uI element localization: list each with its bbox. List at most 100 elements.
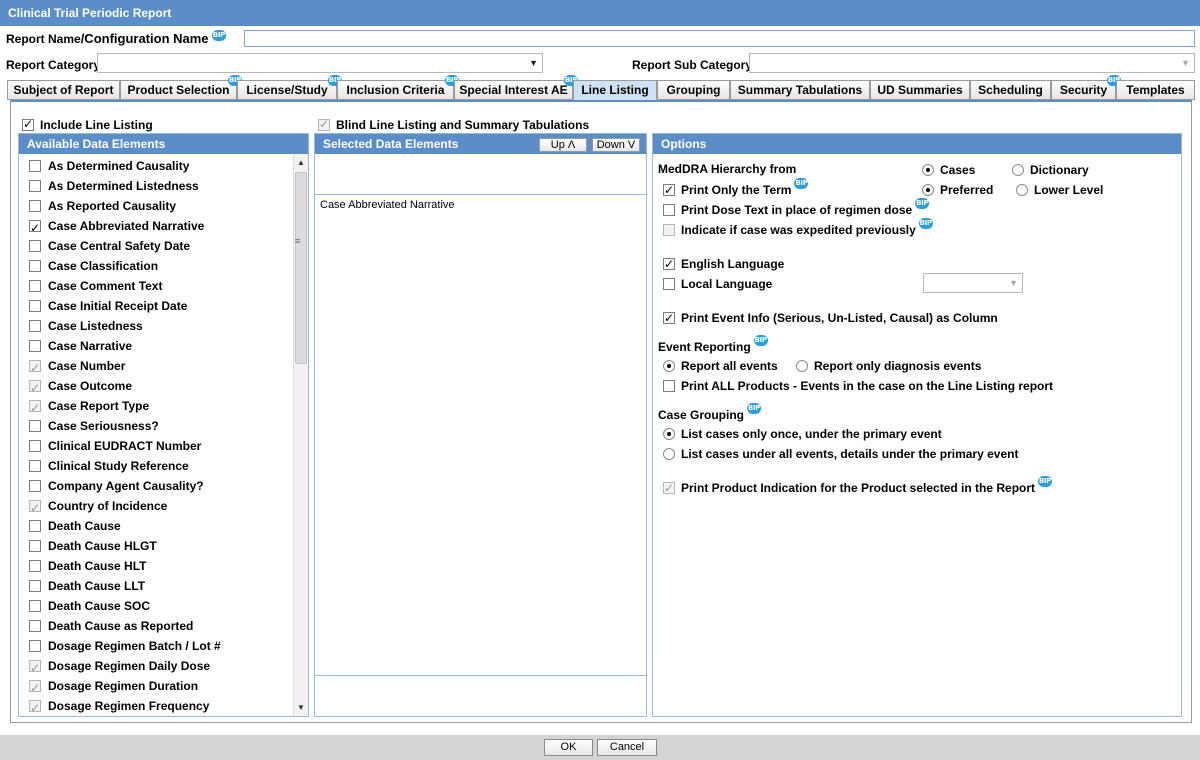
available-list-scrollbar[interactable]: ▲ ≡ ▼ (293, 154, 308, 716)
list-item[interactable]: Case Abbreviated Narrative (315, 195, 646, 215)
tab-ud-summaries[interactable]: UD Summaries (870, 80, 970, 100)
list-item[interactable]: Death Cause (19, 516, 295, 536)
tab-templates[interactable]: Templates (1116, 80, 1195, 100)
tab-inclusion-criteria[interactable]: Inclusion Criteria BIP (337, 75, 459, 100)
report-sub-category-select[interactable]: ▼ (749, 53, 1195, 73)
list-item[interactable]: Case Listedness (19, 316, 295, 336)
list-item[interactable]: As Reported Causality (19, 196, 295, 216)
list-item[interactable]: Death Cause as Reported (19, 616, 295, 636)
list-item-checkbox[interactable] (29, 620, 41, 632)
list-item[interactable]: As Determined Causality (19, 156, 295, 176)
print-only-term-option[interactable]: Print Only the TermBIP (663, 178, 809, 198)
list-item[interactable]: Death Cause HLGT (19, 536, 295, 556)
list-item[interactable]: As Determined Listedness (19, 176, 295, 196)
list-item[interactable]: Dosage Regimen Daily Dose (19, 656, 295, 678)
list-item[interactable]: Case Narrative (19, 336, 295, 356)
list-item[interactable]: Case Seriousness? (19, 416, 295, 436)
blind-line-listing-row[interactable]: Blind Line Listing and Summary Tabulatio… (318, 117, 589, 132)
list-item-checkbox[interactable] (29, 160, 41, 172)
meddra-lower-level-option[interactable]: Lower Level (1016, 182, 1103, 198)
ok-button[interactable]: OK (544, 739, 593, 756)
cancel-button[interactable]: Cancel (597, 739, 657, 756)
list-item-checkbox[interactable] (29, 280, 41, 292)
list-item[interactable]: Death Cause SOC (19, 596, 295, 616)
list-item-checkbox[interactable] (29, 540, 41, 552)
print-event-info-checkbox[interactable] (663, 310, 675, 326)
list-item[interactable]: Country of Incidence (19, 496, 295, 518)
print-dose-text-checkbox[interactable] (663, 204, 675, 216)
list-item-checkbox[interactable] (29, 300, 41, 312)
tab-grouping[interactable]: Grouping (657, 80, 730, 100)
list-item-checkbox[interactable] (29, 640, 41, 652)
meddra-preferred-radio[interactable] (922, 184, 934, 196)
list-item-checkbox[interactable] (29, 378, 41, 398)
local-language-option[interactable]: Local Language (663, 276, 772, 292)
list-item[interactable]: Clinical Study Reference (19, 456, 295, 476)
list-item[interactable]: Case Initial Receipt Date (19, 296, 295, 316)
list-item-checkbox[interactable] (29, 460, 41, 472)
move-down-button[interactable]: Down V (592, 138, 640, 152)
list-item[interactable]: Case Outcome (19, 376, 295, 398)
move-up-button[interactable]: Up Λ (539, 138, 587, 152)
meddra-dictionary-radio[interactable] (1012, 164, 1024, 176)
list-item-checkbox[interactable] (29, 340, 41, 352)
list-item[interactable]: Dosage Regimen Duration (19, 676, 295, 698)
meddra-cases-radio[interactable] (922, 164, 934, 176)
scroll-up-icon[interactable]: ▲ (294, 156, 308, 170)
list-item[interactable]: Company Agent Causality? (19, 476, 295, 496)
report-all-events-radio[interactable] (663, 360, 675, 372)
list-cases-once-option[interactable]: List cases only once, under the primary … (663, 426, 942, 442)
list-item[interactable]: Case Central Safety Date (19, 236, 295, 256)
list-item[interactable]: Death Cause HLT (19, 556, 295, 576)
list-item-checkbox[interactable] (29, 520, 41, 532)
tab-special-interest-ae[interactable]: Special Interest AE BIP (454, 75, 578, 100)
blind-line-listing-checkbox[interactable] (318, 117, 330, 131)
list-item-checkbox[interactable] (29, 658, 41, 678)
tab-summary-tabulations[interactable]: Summary Tabulations (730, 80, 870, 100)
print-event-info-option[interactable]: Print Event Info (Serious, Un-Listed, Ca… (663, 310, 998, 326)
list-item-checkbox[interactable] (29, 180, 41, 192)
list-item-checkbox[interactable] (29, 420, 41, 432)
meddra-dictionary-option[interactable]: Dictionary (1012, 162, 1089, 178)
list-item-checkbox[interactable] (29, 580, 41, 592)
list-item-checkbox[interactable] (29, 218, 41, 238)
print-all-products-checkbox[interactable] (663, 380, 675, 392)
scrollbar-thumb[interactable] (295, 172, 307, 364)
list-item[interactable]: Clinical EUDRACT Number (19, 436, 295, 456)
list-item-checkbox[interactable] (29, 560, 41, 572)
list-item-checkbox[interactable] (29, 358, 41, 378)
local-language-select[interactable]: ▼ (923, 273, 1023, 293)
list-item[interactable]: Dosage Regimen Frequency (19, 696, 295, 716)
list-item-checkbox[interactable] (29, 240, 41, 252)
report-only-diagnosis-radio[interactable] (796, 360, 808, 372)
scroll-down-icon[interactable]: ▼ (294, 701, 308, 715)
print-all-products-option[interactable]: Print ALL Products - Events in the case … (663, 378, 1053, 394)
english-language-checkbox[interactable] (663, 256, 675, 272)
meddra-lower-level-radio[interactable] (1016, 184, 1028, 196)
tab-subject-of-report[interactable]: Subject of Report (7, 80, 120, 100)
report-all-events-option[interactable]: Report all events (663, 358, 778, 374)
list-item[interactable]: Death Cause LLT (19, 576, 295, 596)
list-item-checkbox[interactable] (29, 698, 41, 716)
list-item-checkbox[interactable] (29, 398, 41, 418)
tab-scheduling[interactable]: Scheduling (970, 80, 1051, 100)
english-language-option[interactable]: English Language (663, 256, 784, 272)
include-line-listing-row[interactable]: Include Line Listing (22, 117, 153, 132)
report-only-diagnosis-option[interactable]: Report only diagnosis events (796, 358, 981, 374)
list-item[interactable]: Case Number (19, 356, 295, 378)
print-only-term-checkbox[interactable] (663, 182, 675, 198)
list-item-checkbox[interactable] (29, 678, 41, 698)
indicate-expedited-checkbox[interactable] (663, 224, 675, 236)
list-cases-all-radio[interactable] (663, 448, 675, 460)
report-category-select[interactable]: ▼ (97, 53, 543, 73)
list-item-checkbox[interactable] (29, 260, 41, 272)
list-item-checkbox[interactable] (29, 320, 41, 332)
list-item[interactable]: Case Report Type (19, 396, 295, 418)
tab-security[interactable]: Security BIP (1051, 75, 1121, 100)
local-language-checkbox[interactable] (663, 278, 675, 290)
list-item[interactable]: Case Classification (19, 256, 295, 276)
meddra-cases-option[interactable]: Cases (922, 162, 975, 178)
report-name-input[interactable] (244, 30, 1195, 47)
list-item-checkbox[interactable] (29, 440, 41, 452)
print-product-indication-option[interactable]: Print Product Indication for the Product… (663, 476, 1053, 496)
